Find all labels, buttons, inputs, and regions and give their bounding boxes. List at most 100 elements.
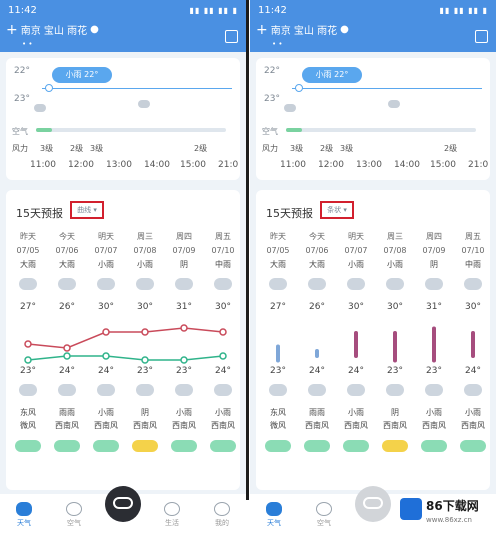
nav-life[interactable]: 生活 [152,502,192,528]
day-wind: 西南风 [383,421,407,430]
day-date: 07/09 [172,246,196,255]
view-mode-toggle[interactable]: 曲线 ▾ [70,201,104,219]
air-icon [316,502,332,516]
hour-label: 15:00 [180,160,206,170]
bottom-nav: 天气 空气 生活 我的 [0,486,246,538]
day-wind: 西南风 [172,421,196,430]
cloud-icon [308,278,326,290]
day-date: 07/07 [94,246,118,255]
location-pin-icon: ● [90,24,99,35]
logo-mark [400,498,422,520]
cloud-icon [308,384,326,396]
day-weather: 小雨 [176,408,192,417]
day-weather: 小雨 [98,408,114,417]
temp-low-label: 23° [264,94,280,104]
view-mode-toggle[interactable]: 条状 ▾ [320,201,354,219]
temp-high-label: 22° [14,66,30,76]
forecast-day-column[interactable]: 周五 07/10 中雨 30° 24° 小雨 西南风 [205,230,241,452]
profile-icon [214,502,230,516]
aqi-badge [54,440,80,452]
day-date: 07/05 [266,246,290,255]
forecast-day-column[interactable]: 今天 07/06 大雨 26° 24° 雨雨 西南风 [299,230,335,452]
day-low-temp: 23° [387,366,403,376]
day-weather: 小雨 [465,408,481,417]
page-dots: • • [272,40,283,48]
aqi-badge [265,440,291,452]
day-date: 07/10 [211,246,235,255]
aqi-badge [460,440,486,452]
aqi-badge [343,440,369,452]
day-high-temp: 31° [176,302,192,312]
add-city-icon[interactable]: + [256,23,268,37]
day-high-temp: 27° [270,302,286,312]
temp-high-label: 22° [264,66,280,76]
status-time: 11:42 [258,5,287,16]
day-low-temp: 24° [309,366,325,376]
day-high-temp: 30° [98,302,114,312]
hour-label: 14:00 [394,160,420,170]
share-icon[interactable] [225,30,238,43]
forecast-day-column[interactable]: 周四 07/09 阴 31° 23° 小雨 西南风 [166,230,202,452]
cloud-icon [464,278,482,290]
day-weather: 雨雨 [309,408,325,417]
day-date: 07/06 [55,246,79,255]
day-wind: 西南风 [461,421,485,430]
location[interactable]: + 南京 宝山 雨花 ● [6,22,99,38]
hourly-point [295,84,303,92]
forecast-day-column[interactable]: 明天 07/07 小雨 30° 24° 小雨 西南风 [338,230,374,452]
aqi-badge [210,440,236,452]
day-wind: 西南风 [422,421,446,430]
day-condition: 阴 [430,260,438,269]
forecast-day-column[interactable]: 周三 07/08 小雨 30° 23° 阴西南风 [377,230,413,452]
cloud-icon [386,384,404,396]
nav-weather[interactable]: 天气 [4,502,44,528]
cloud-icon [138,100,150,108]
aqi-badge [15,440,41,452]
day-high-temp: 30° [137,302,153,312]
forecast-day-column[interactable]: 今天 07/06 大雨 26° 24° 雨雨 西南风 [49,230,85,452]
nav-mine[interactable]: 我的 [202,502,242,528]
center-icon [113,497,133,509]
forecast-day-column[interactable]: 昨天 07/05 大雨 27° 23° 东风 微风 [260,230,296,452]
center-action-button[interactable] [105,486,141,522]
day-high-temp: 30° [465,302,481,312]
wind-label: 风力 [12,144,28,153]
add-city-icon[interactable]: + [6,23,18,37]
cloud-icon [175,384,193,396]
header: 11:42 ▮▮ ▮▮ ▮▮ ▮ + 南京 宝山 雨花 ● • • [250,0,496,52]
forecast-day-column[interactable]: 周三 07/08 小雨 30° 23° 阴西南风 [127,230,163,452]
cloud-icon [214,278,232,290]
day-name: 昨天 [20,232,36,241]
wind-value: 3级 [90,144,104,153]
day-high-temp: 31° [426,302,442,312]
nav-air[interactable]: 空气 [54,502,94,528]
status-icons: ▮▮ ▮▮ ▮▮ ▮ [439,6,488,15]
day-condition: 小雨 [137,260,153,269]
day-condition: 中雨 [215,260,231,269]
day-high-temp: 27° [20,302,36,312]
wind-value: 3级 [290,144,304,153]
center-action-button[interactable] [355,486,391,522]
day-wind: 西南风 [55,421,79,430]
location[interactable]: + 南京 宝山 雨花 ● [256,22,349,38]
wind-value: 2级 [444,144,458,153]
day-low-temp: 23° [270,366,286,376]
nav-air[interactable]: 空气 [304,502,344,528]
cloud-icon [19,278,37,290]
cloud-icon [97,278,115,290]
location-label: 南京 宝山 雨花 [270,26,338,37]
day-date: 07/07 [344,246,368,255]
cloud-icon [58,384,76,396]
day-name: 周五 [215,232,231,241]
day-condition: 小雨 [348,260,364,269]
day-high-temp: 30° [387,302,403,312]
forecast-day-column[interactable]: 明天 07/07 小雨 30° 24° 小雨 西南风 [88,230,124,452]
forecast-day-column[interactable]: 周四 07/09 阴 31° 23° 小雨 西南风 [416,230,452,452]
nav-weather[interactable]: 天气 [254,502,294,528]
forecast-day-column[interactable]: 周五 07/10 中雨 30° 24° 小雨 西南风 [455,230,491,452]
life-icon [164,502,180,516]
hour-label: 13:00 [356,160,382,170]
forecast-day-column[interactable]: 昨天 07/05 大雨 27° 23° 东风 微风 [10,230,46,452]
day-date: 07/08 [383,246,407,255]
share-icon[interactable] [475,30,488,43]
